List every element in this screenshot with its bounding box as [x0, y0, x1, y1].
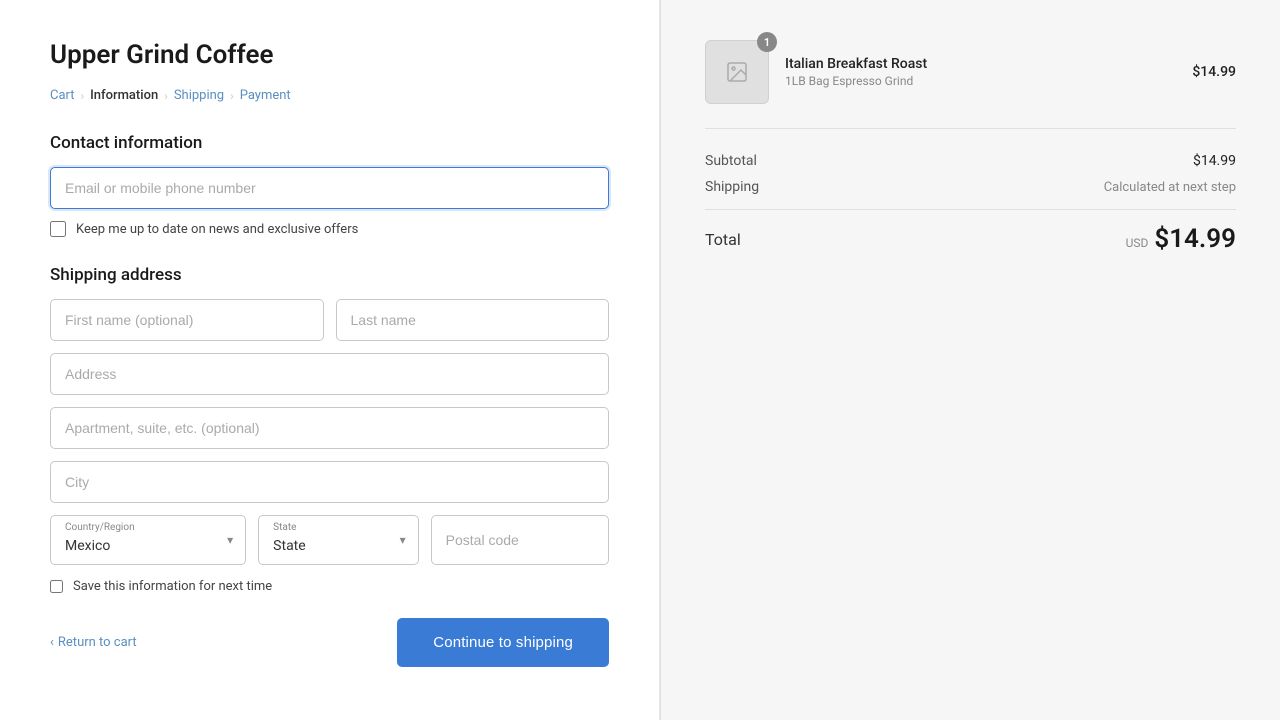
order-item: 1 Italian Breakfast Roast 1LB Bag Espres… [705, 40, 1236, 129]
address-group [50, 353, 609, 395]
total-currency: USD [1126, 236, 1149, 250]
country-select-wrapper: Country/Region Mexico ▾ [50, 515, 246, 565]
newsletter-row: Keep me up to date on news and exclusive… [50, 221, 609, 237]
return-to-cart-label: Return to cart [58, 635, 137, 650]
name-row [50, 299, 609, 341]
city-input[interactable] [50, 461, 609, 503]
breadcrumb-sep-3: › [230, 89, 234, 103]
total-right: USD $14.99 [1126, 224, 1236, 254]
breadcrumb-cart[interactable]: Cart [50, 88, 75, 103]
newsletter-label: Keep me up to date on news and exclusive… [76, 222, 358, 237]
quantity-badge: 1 [757, 32, 777, 52]
return-to-cart-link[interactable]: ‹ Return to cart [50, 635, 137, 650]
subtotal-row: Subtotal $14.99 [705, 153, 1236, 169]
product-info: Italian Breakfast Roast 1LB Bag Espresso… [785, 56, 1176, 88]
email-field-group [50, 167, 609, 209]
country-value: Mexico [65, 538, 110, 554]
save-info-row: Save this information for next time [50, 579, 609, 594]
breadcrumb-shipping: Shipping [174, 88, 224, 103]
shipping-label: Shipping [705, 179, 759, 195]
save-info-label: Save this information for next time [73, 579, 272, 594]
state-value: State [273, 538, 306, 554]
total-label: Total [705, 230, 741, 249]
store-title: Upper Grind Coffee [50, 40, 609, 70]
bottom-bar: ‹ Return to cart Continue to shipping [50, 618, 609, 667]
left-panel: Upper Grind Coffee Cart › Information › … [0, 0, 660, 720]
state-select-wrapper: State State ▾ [258, 515, 419, 565]
subtotal-value: $14.99 [1193, 153, 1236, 169]
total-amount: $14.99 [1154, 224, 1236, 254]
last-name-input[interactable] [336, 299, 610, 341]
continue-to-shipping-button[interactable]: Continue to shipping [397, 618, 609, 667]
country-label: Country/Region [65, 522, 135, 533]
city-group [50, 461, 609, 503]
postal-group [431, 515, 609, 565]
product-variant: 1LB Bag Espresso Grind [785, 74, 1176, 88]
state-label: State [273, 522, 296, 533]
state-select[interactable]: State State ▾ [258, 515, 419, 565]
address-input[interactable] [50, 353, 609, 395]
breadcrumb-payment: Payment [240, 88, 291, 103]
total-row: Total USD $14.99 [705, 224, 1236, 254]
breadcrumb-information: Information [90, 88, 158, 103]
breadcrumb-sep-1: › [81, 89, 85, 103]
shipping-row: Shipping Calculated at next step [705, 179, 1236, 195]
country-select[interactable]: Country/Region Mexico ▾ [50, 515, 246, 565]
email-input[interactable] [50, 167, 609, 209]
country-chevron-icon: ▾ [227, 533, 233, 547]
save-info-checkbox[interactable] [50, 580, 63, 593]
product-price: $14.99 [1192, 64, 1236, 80]
product-image [705, 40, 769, 104]
breadcrumb-sep-2: › [164, 89, 168, 103]
state-chevron-icon: ▾ [400, 533, 406, 547]
apartment-group [50, 407, 609, 449]
shipping-section-title: Shipping address [50, 265, 609, 285]
summary-divider [705, 209, 1236, 210]
chevron-left-icon: ‹ [50, 635, 54, 650]
postal-code-input[interactable] [431, 515, 609, 565]
breadcrumb: Cart › Information › Shipping › Payment [50, 88, 609, 103]
subtotal-label: Subtotal [705, 153, 757, 169]
product-name: Italian Breakfast Roast [785, 56, 1176, 72]
location-row: Country/Region Mexico ▾ State State ▾ [50, 515, 609, 565]
shipping-value: Calculated at next step [1104, 180, 1236, 195]
apartment-input[interactable] [50, 407, 609, 449]
right-panel: 1 Italian Breakfast Roast 1LB Bag Espres… [660, 0, 1280, 720]
first-name-input[interactable] [50, 299, 324, 341]
contact-section-title: Contact information [50, 133, 609, 153]
product-thumbnail: 1 [705, 40, 769, 104]
newsletter-checkbox[interactable] [50, 221, 66, 237]
